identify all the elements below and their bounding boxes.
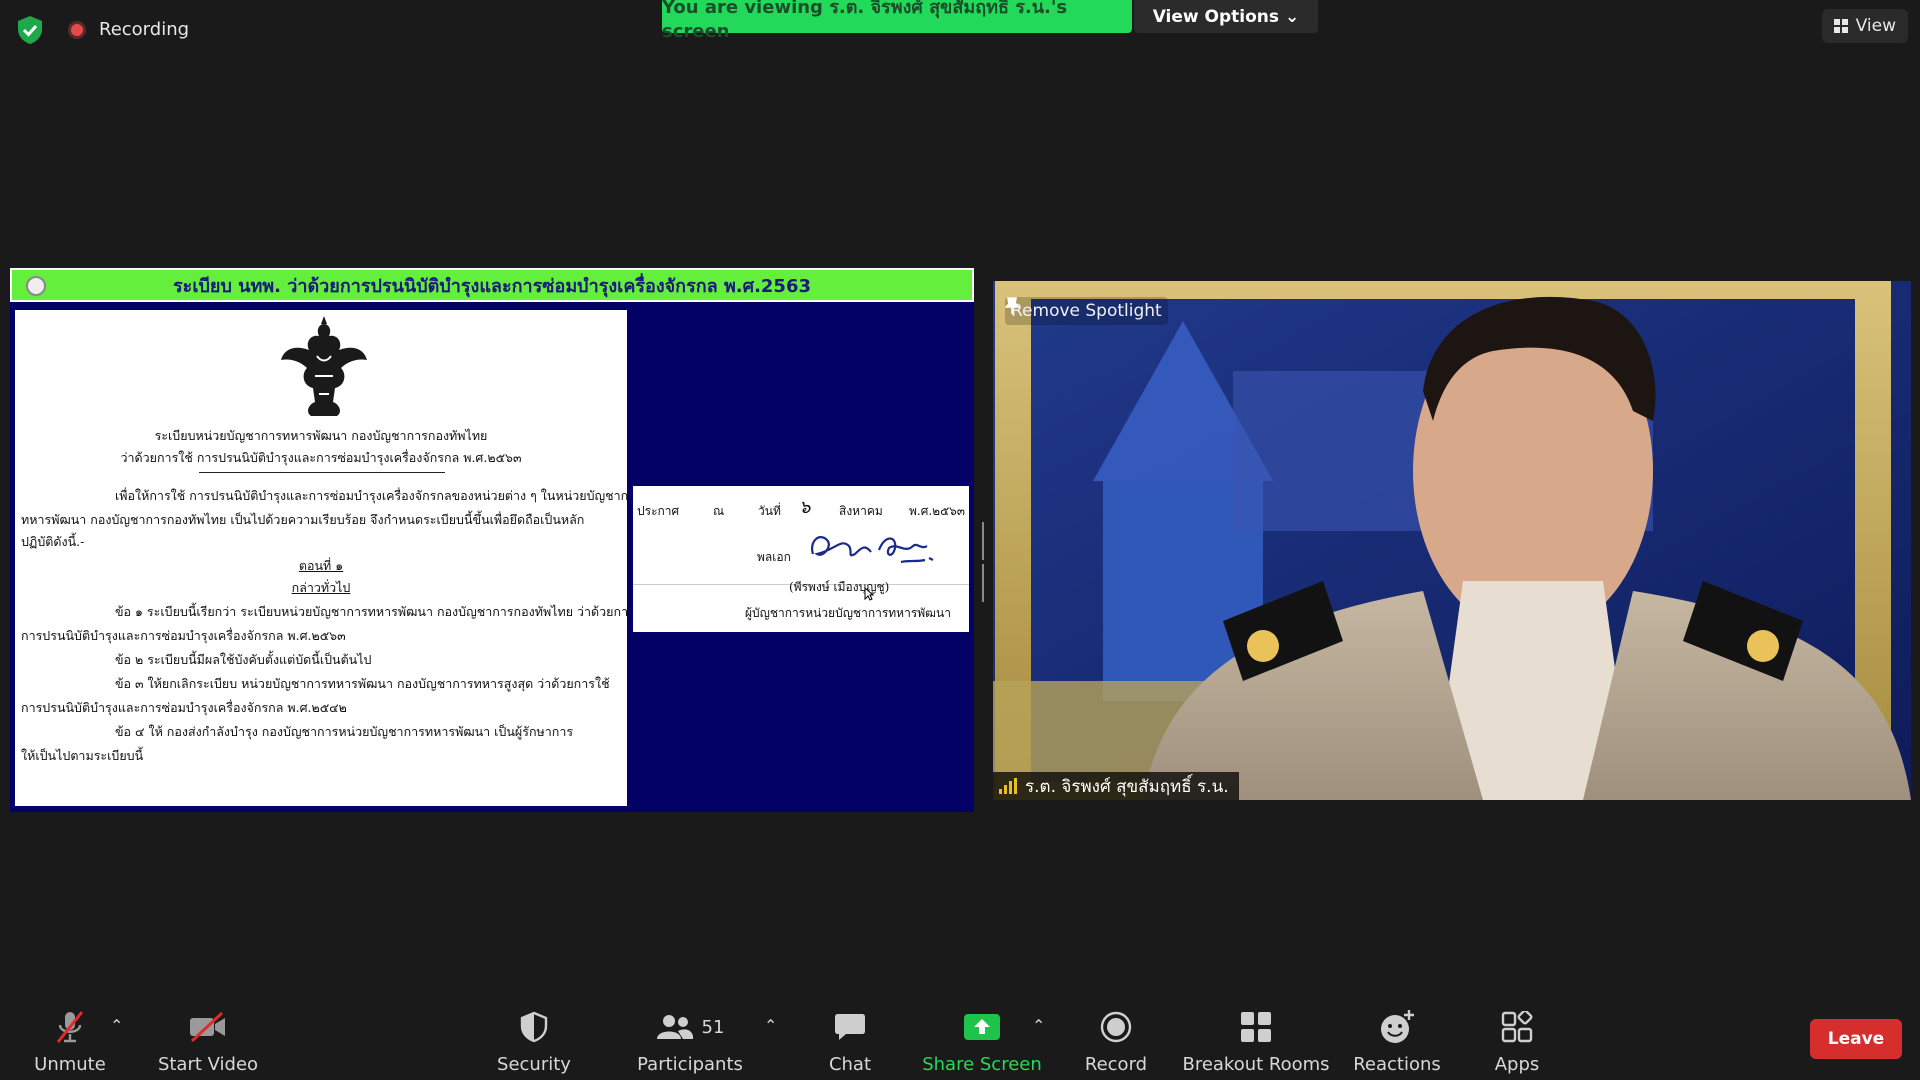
sign-day: ๖ [799, 497, 811, 518]
security-button[interactable]: Security [494, 1008, 574, 1080]
spotlight-video[interactable]: Remove Spotlight ร.ต. จิรพงศ์ สุขสัมฤทธิ… [993, 281, 1911, 800]
sign-position: ผู้บัญชาการหน่วยบัญชาการทหารพัฒนา [745, 606, 951, 620]
recording-label: Recording [99, 19, 190, 40]
breakout-rooms-button[interactable]: Breakout Rooms [1182, 1008, 1330, 1080]
participant-count: 51 [701, 1016, 725, 1038]
handwritten-signature [811, 536, 934, 564]
record-label: Record [1084, 1054, 1148, 1075]
unmute-label: Unmute [34, 1054, 106, 1075]
microphone-muted-icon [55, 1008, 85, 1046]
start-video-label: Start Video [157, 1054, 259, 1075]
leave-button[interactable]: Leave [1810, 1019, 1902, 1059]
regulation-document: ระเบียบหน่วยบัญชาการทหารพัฒนา กองบัญชากา… [15, 310, 627, 806]
sign-year: พ.ศ.๒๕๖๓ [909, 504, 965, 518]
view-button[interactable]: View [1821, 9, 1908, 43]
apps-button[interactable]: Apps [1486, 1008, 1548, 1080]
participant-video-feed [993, 281, 1911, 800]
video-off-icon [188, 1008, 228, 1046]
mouse-cursor-icon [864, 587, 874, 601]
breakout-rooms-icon [1240, 1008, 1272, 1046]
smiley-plus-icon [1379, 1008, 1415, 1046]
pin-icon [1005, 297, 1019, 314]
record-button[interactable]: Record [1076, 1008, 1156, 1080]
remove-spotlight-button[interactable]: Remove Spotlight [1005, 297, 1168, 325]
sign-announce: ประกาศ [637, 504, 680, 518]
share-screen-label: Share Screen [922, 1054, 1042, 1075]
record-icon [1100, 1008, 1132, 1046]
garuda-emblem-icon [281, 316, 367, 416]
doc-section-subtitle: กล่าวทั่วไป [291, 580, 351, 595]
doc-title-line2: ว่าด้วยการใช้ การปรนนิบัติบำรุงและการซ่อ… [120, 450, 522, 465]
security-label: Security [497, 1054, 571, 1075]
apps-icon [1501, 1008, 1533, 1046]
meeting-toolbar: Unmute ⌃ Start Video Security 51 Partici… [0, 1000, 1920, 1080]
top-bar: Recording You are viewing ร.ต. จิรพงศ์ ส… [0, 0, 1920, 60]
doc-title-line1: ระเบียบหน่วยบัญชาการทหารพัฒนา กองบัญชากา… [154, 428, 488, 443]
doc-section-title: ตอนที่ ๑ [298, 558, 344, 573]
participants-button[interactable]: 51 Participants [637, 1008, 743, 1080]
slide-header: ระเบียบ นทพ. ว่าด้วยการปรนนิบัติบำรุงและ… [10, 268, 974, 302]
slide-title: ระเบียบ นทพ. ว่าด้วยการปรนนิบัติบำรุงและ… [172, 275, 812, 297]
apps-label: Apps [1494, 1054, 1540, 1075]
view-options-label: View Options [1152, 6, 1280, 27]
unmute-button[interactable]: Unmute [30, 1008, 110, 1080]
participant-name-tag: ร.ต. จิรพงศ์ สุขสัมฤทธิ์ ร.น. [993, 772, 1239, 800]
panel-resize-handle[interactable] [982, 522, 988, 602]
shared-screen[interactable]: ระเบียบ นทพ. ว่าด้วยการปรนนิบัติบำรุงและ… [10, 268, 974, 812]
chat-icon [834, 1008, 866, 1046]
sign-rank: พลเอก [757, 550, 791, 564]
signal-strength-icon [999, 778, 1017, 794]
remove-spotlight-label: Remove Spotlight [1011, 301, 1162, 321]
doc-clause4-line2: ให้เป็นไปตามระเบียบนี้ [21, 748, 144, 763]
doc-clause1-line1: ข้อ ๑ ระเบียบนี้เรียกว่า ระเบียบหน่วยบัญ… [115, 604, 627, 619]
reactions-button[interactable]: Reactions [1350, 1008, 1444, 1080]
sign-date-label: วันที่ [758, 504, 781, 518]
view-label: View [1855, 16, 1896, 36]
participants-options-chevron-icon[interactable]: ⌃ [764, 1016, 777, 1035]
share-screen-button[interactable]: Share Screen [922, 1008, 1042, 1080]
doc-clause4-line1: ข้อ ๔ ให้ กองส่งกำลังบำรุง กองบัญชาการหน… [115, 724, 574, 739]
sign-at: ณ [713, 504, 725, 518]
reactions-label: Reactions [1353, 1054, 1441, 1075]
people-icon [656, 1015, 693, 1039]
doc-divider [199, 472, 445, 473]
participants-icon-row: 51 [656, 1008, 725, 1046]
doc-clause2: ข้อ ๒ ระเบียบนี้มีผลใช้บังคับตั้งแต่บัดน… [115, 652, 372, 667]
shield-icon [520, 1008, 548, 1046]
doc-para1-line3: ปฏิบัติดังนี้.- [21, 534, 85, 549]
sign-month: สิงหาคม [839, 504, 883, 518]
doc-para1-line2: ทหารพัฒนา กองบัญชาการกองทัพไทย เป็นไปด้ว… [21, 512, 585, 527]
share-options-chevron-icon[interactable]: ⌃ [1032, 1016, 1045, 1035]
audio-options-chevron-icon[interactable]: ⌃ [110, 1016, 123, 1035]
participant-name: ร.ต. จิรพงศ์ สุขสัมฤทธิ์ ร.น. [1025, 776, 1229, 797]
participants-label: Participants [637, 1054, 743, 1075]
encryption-shield-icon[interactable] [16, 15, 44, 45]
doc-clause3-line2: การปรนนิบัติบำรุงและการซ่อมบำรุงเครื่องจ… [21, 700, 347, 715]
view-options-button[interactable]: View Options ⌄ [1134, 0, 1318, 33]
doc-clause1-line2: การปรนนิบัติบำรุงและการซ่อมบำรุงเครื่องจ… [21, 628, 346, 643]
share-screen-icon [963, 1008, 1001, 1046]
signature-block: ประกาศ ณ วันที่ ๖ สิงหาคม พ.ศ.๒๕๖๓ พลเอก… [633, 486, 969, 632]
chat-button[interactable]: Chat [820, 1008, 880, 1080]
viewing-banner: You are viewing ร.ต. จิรพงศ์ สุขสัมฤทธิ์… [662, 0, 1132, 42]
chevron-down-icon: ⌄ [1285, 6, 1300, 27]
start-video-button[interactable]: Start Video [156, 1008, 260, 1080]
sign-name: (พีรพงษ์ เมืองบุญชู) [789, 580, 890, 594]
doc-para1-line1: เพื่อให้การใช้ การปรนนิบัติบำรุงและการซ่… [115, 488, 627, 503]
gallery-view-icon [1833, 19, 1848, 33]
seal-logo-icon [26, 276, 46, 296]
doc-clause3-line1: ข้อ ๓ ให้ยกเลิกระเบียบ หน่วยบัญชาการทหาร… [115, 676, 610, 691]
chat-label: Chat [828, 1054, 872, 1075]
recording-icon [68, 21, 86, 39]
breakout-rooms-label: Breakout Rooms [1182, 1054, 1330, 1075]
